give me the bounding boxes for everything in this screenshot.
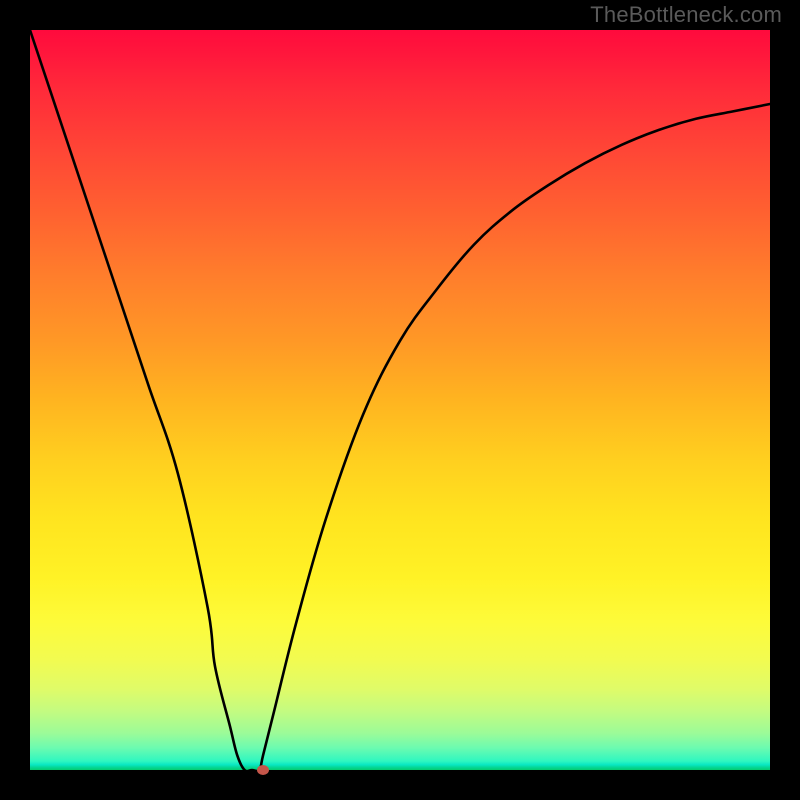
minimum-marker: [257, 765, 269, 775]
chart-curve: [30, 30, 770, 770]
chart-plot-area: [30, 30, 770, 770]
watermark-text: TheBottleneck.com: [590, 2, 782, 28]
curve-path: [30, 30, 770, 771]
